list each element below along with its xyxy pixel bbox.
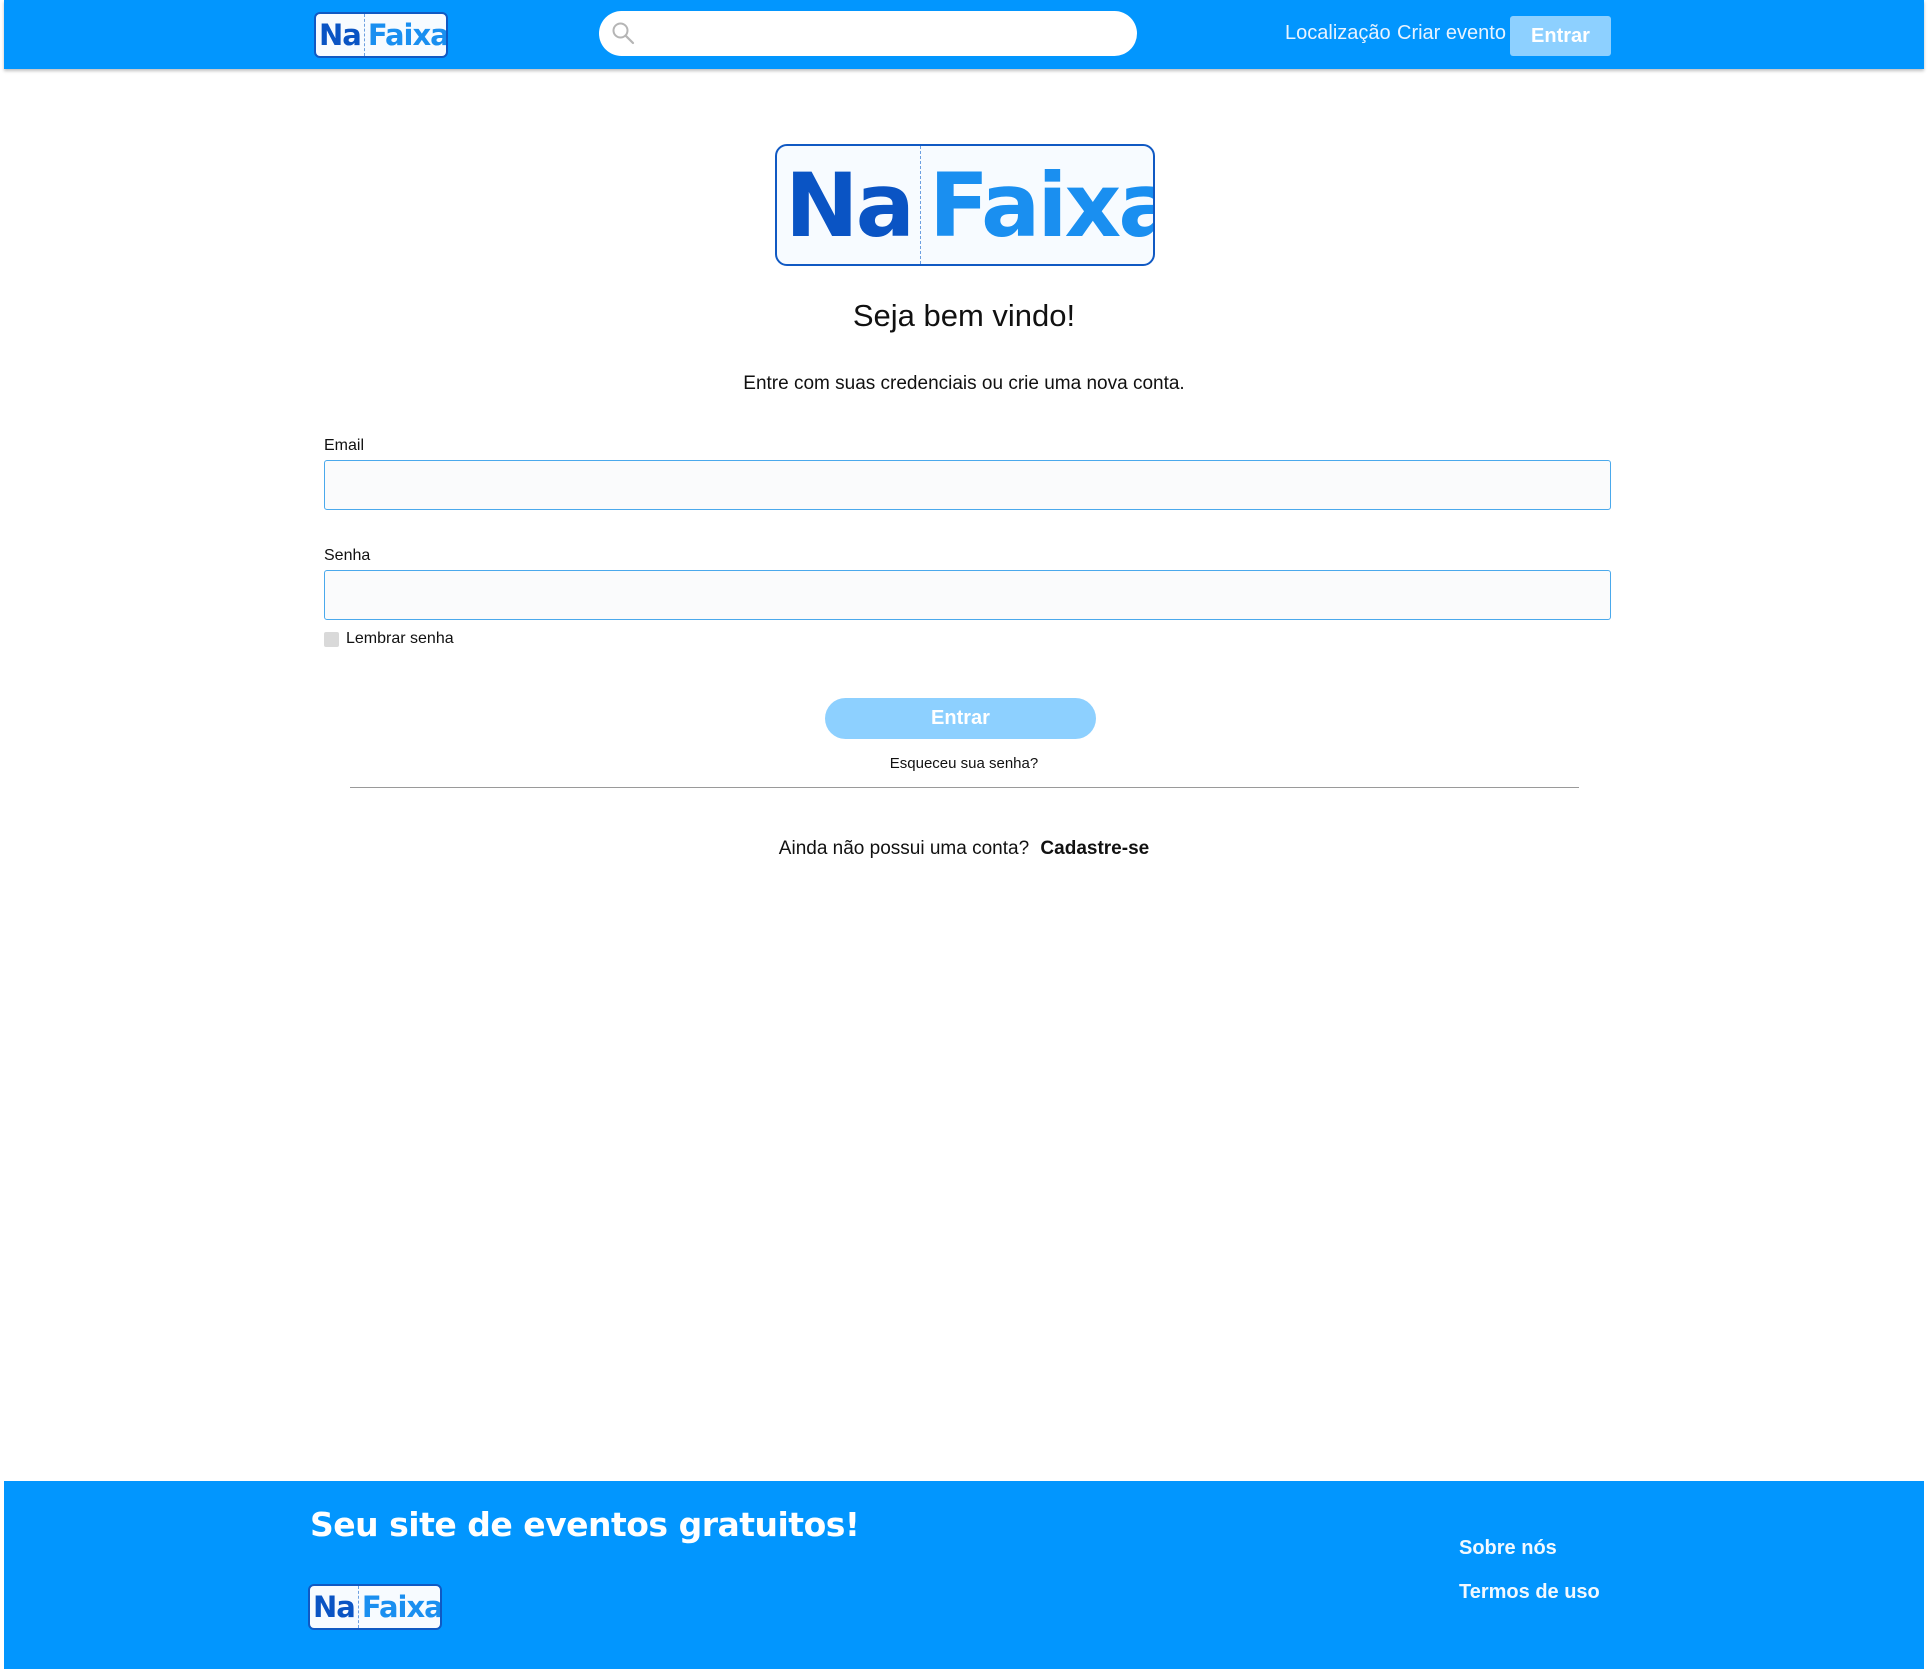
logo-text-na: Na — [310, 1586, 359, 1628]
logo-text-na: Na — [777, 146, 922, 264]
footer-logo[interactable]: Na Faixa — [308, 1584, 442, 1630]
divider — [350, 787, 1579, 788]
login-button[interactable]: Entrar — [825, 698, 1096, 739]
remember-password[interactable]: Lembrar senha — [324, 630, 454, 648]
search-input[interactable] — [643, 11, 1127, 58]
header-logo[interactable]: Na Faixa — [314, 12, 448, 58]
signup-prompt: Ainda não possui uma conta? Cadastre-se — [0, 838, 1928, 860]
footer-about-link[interactable]: Sobre nós — [1459, 1537, 1557, 1560]
logo-text-na: Na — [316, 14, 365, 56]
login-page: Na Faixa Localização Criar evento Entrar… — [0, 0, 1928, 1669]
no-account-text: Ainda não possui uma conta? — [778, 838, 1030, 859]
nav-location-link[interactable]: Localização — [1285, 22, 1391, 45]
logo-text-faixa: Faixa — [929, 153, 1155, 257]
welcome-subtitle: Entre com suas credenciais ou crie uma n… — [743, 373, 1185, 394]
header-login-button[interactable]: Entrar — [1510, 16, 1611, 56]
welcome-title: Seja bem vindo! — [852, 298, 1076, 333]
email-field[interactable] — [324, 460, 1611, 510]
search-bar[interactable] — [599, 11, 1137, 58]
remember-checkbox[interactable] — [324, 631, 339, 647]
search-icon — [612, 22, 635, 45]
password-label: Senha — [324, 547, 371, 564]
password-field[interactable] — [324, 570, 1611, 620]
main-logo: Na Faixa — [775, 144, 1155, 266]
logo-text-faixa: Faixa — [367, 18, 448, 52]
remember-label: Lembrar senha — [346, 630, 454, 647]
signup-link[interactable]: Cadastre-se — [1040, 838, 1149, 859]
footer-terms-link[interactable]: Termos de uso — [1459, 1581, 1600, 1604]
footer: Seu site de eventos gratuitos! Na Faixa … — [4, 1481, 1924, 1669]
forgot-password-link[interactable]: Esqueceu sua senha? — [0, 755, 1928, 772]
email-label: Email — [324, 437, 365, 454]
nav-create-event-link[interactable]: Criar evento — [1397, 22, 1506, 45]
footer-tagline: Seu site de eventos gratuitos! — [310, 1505, 860, 1544]
logo-text-faixa: Faixa — [361, 1590, 442, 1624]
